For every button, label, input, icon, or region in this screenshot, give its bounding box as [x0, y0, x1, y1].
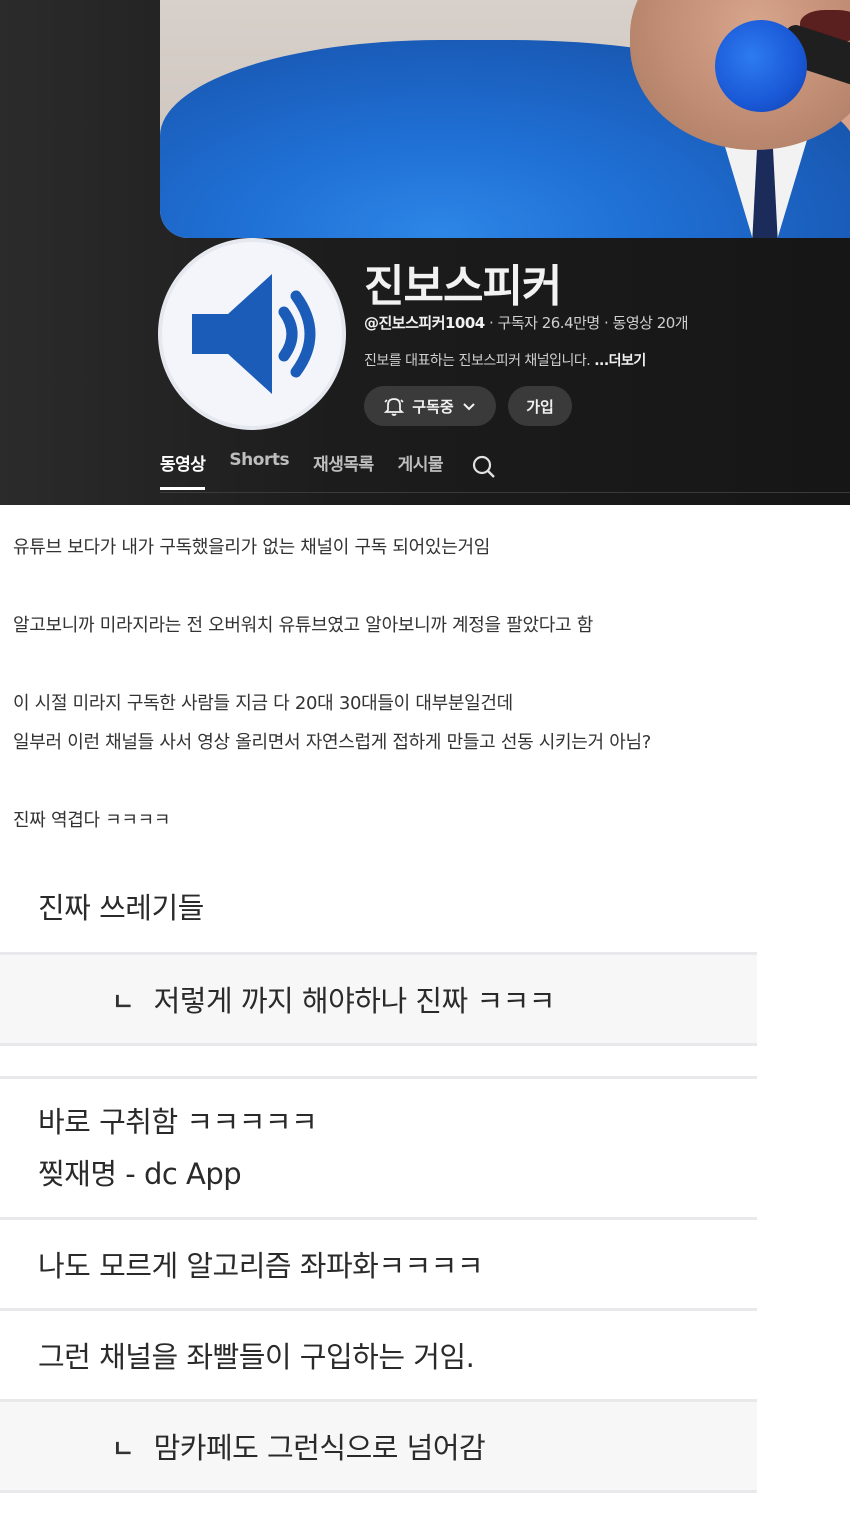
comment: 그런 채널을 좌빨들이 구입하는 거임.	[0, 1311, 757, 1399]
channel-tabs: 동영상 Shorts 재생목록 게시물	[160, 446, 497, 490]
comment: 진짜 쓰레기들	[0, 860, 757, 952]
post-line: 진짜 역겹다 ㅋㅋㅋㅋ	[13, 810, 171, 831]
channel-description: 진보를 대표하는 진보스피커 채널입니다. ...더보기	[364, 350, 646, 370]
comment-text: 바로 구취함 ㅋㅋㅋㅋㅋ	[38, 1105, 318, 1139]
comment-text: 진짜 쓰레기들	[38, 891, 204, 925]
comment-list: 진짜 쓰레기들 ㄴ 저렇게 까지 해야하나 진짜 ㅋㅋㅋ 바로 구취함 ㅋㅋㅋㅋ…	[0, 860, 757, 1493]
channel-avatar[interactable]	[158, 238, 346, 430]
tab-shorts[interactable]: Shorts	[229, 446, 289, 490]
channel-photo: 진보스피커 @진보스피커1004 · 구독자 26.4만명 · 동영상 20개 …	[0, 0, 850, 505]
channel-handle[interactable]: @진보스피커1004	[364, 314, 485, 332]
reply-marker: ㄴ	[112, 1434, 134, 1463]
join-button[interactable]: 가입	[508, 386, 572, 426]
comment-signature: 찢재명 - dc App	[38, 1157, 242, 1191]
comment: 나도 모르게 알고리즘 좌파화ㅋㅋㅋㅋ	[0, 1220, 757, 1308]
comment-text: 나도 모르게 알고리즘 좌파화ㅋㅋㅋㅋ	[38, 1249, 484, 1283]
channel-name: 진보스피커	[364, 261, 562, 312]
tab-videos[interactable]: 동영상	[160, 446, 206, 490]
post-line: 일부러 이런 채널들 사서 영상 올리면서 자연스럽게 접하게 만들고 선동 시…	[13, 732, 651, 753]
comment-text: 저렇게 까지 해야하나 진짜 ㅋㅋㅋ	[153, 984, 556, 1018]
more-link[interactable]: ...더보기	[594, 353, 646, 369]
tab-playlists[interactable]: 재생목록	[313, 446, 374, 490]
channel-stats: · 구독자 26.4만명 · 동영상 20개	[484, 314, 689, 332]
post-body: 유튜브 보다가 내가 구독했을리가 없는 채널이 구독 되어있는거임 알고보니까…	[13, 528, 843, 840]
tab-posts[interactable]: 게시물	[398, 446, 444, 490]
subscribed-label: 구독중	[412, 397, 454, 416]
comment-text: 그런 채널을 좌빨들이 구입하는 거임.	[38, 1340, 475, 1374]
comment-reply: ㄴ 맘카페도 그런식으로 넘어감	[0, 1402, 757, 1490]
speaker-icon	[192, 274, 316, 394]
comment-reply: ㄴ 저렇게 까지 해야하나 진짜 ㅋㅋㅋ	[0, 955, 757, 1043]
post-line: 이 시절 미라지 구독한 사람들 지금 다 20대 30대들이 대부분일건데	[13, 693, 513, 714]
comment-text: 맘카페도 그런식으로 넘어감	[153, 1431, 486, 1465]
comment: 바로 구취함 ㅋㅋㅋㅋㅋ 찢재명 - dc App	[0, 1079, 757, 1217]
search-icon[interactable]	[471, 454, 497, 480]
subscribed-button[interactable]: 구독중	[364, 386, 496, 426]
post-line: 유튜브 보다가 내가 구독했을리가 없는 채널이 구독 되어있는거임	[13, 537, 490, 558]
bell-icon	[384, 398, 405, 416]
post-line: 알고보니까 미라지라는 전 오버워치 유튜브였고 알아보니까 계정을 팔았다고 …	[13, 615, 593, 636]
description-text: 진보를 대표하는 진보스피커 채널입니다.	[364, 353, 595, 369]
channel-meta: @진보스피커1004 · 구독자 26.4만명 · 동영상 20개	[364, 312, 689, 333]
chevron-down-icon	[462, 403, 475, 411]
tabs-divider	[160, 492, 850, 493]
reply-marker: ㄴ	[112, 987, 134, 1016]
channel-banner	[160, 0, 850, 238]
